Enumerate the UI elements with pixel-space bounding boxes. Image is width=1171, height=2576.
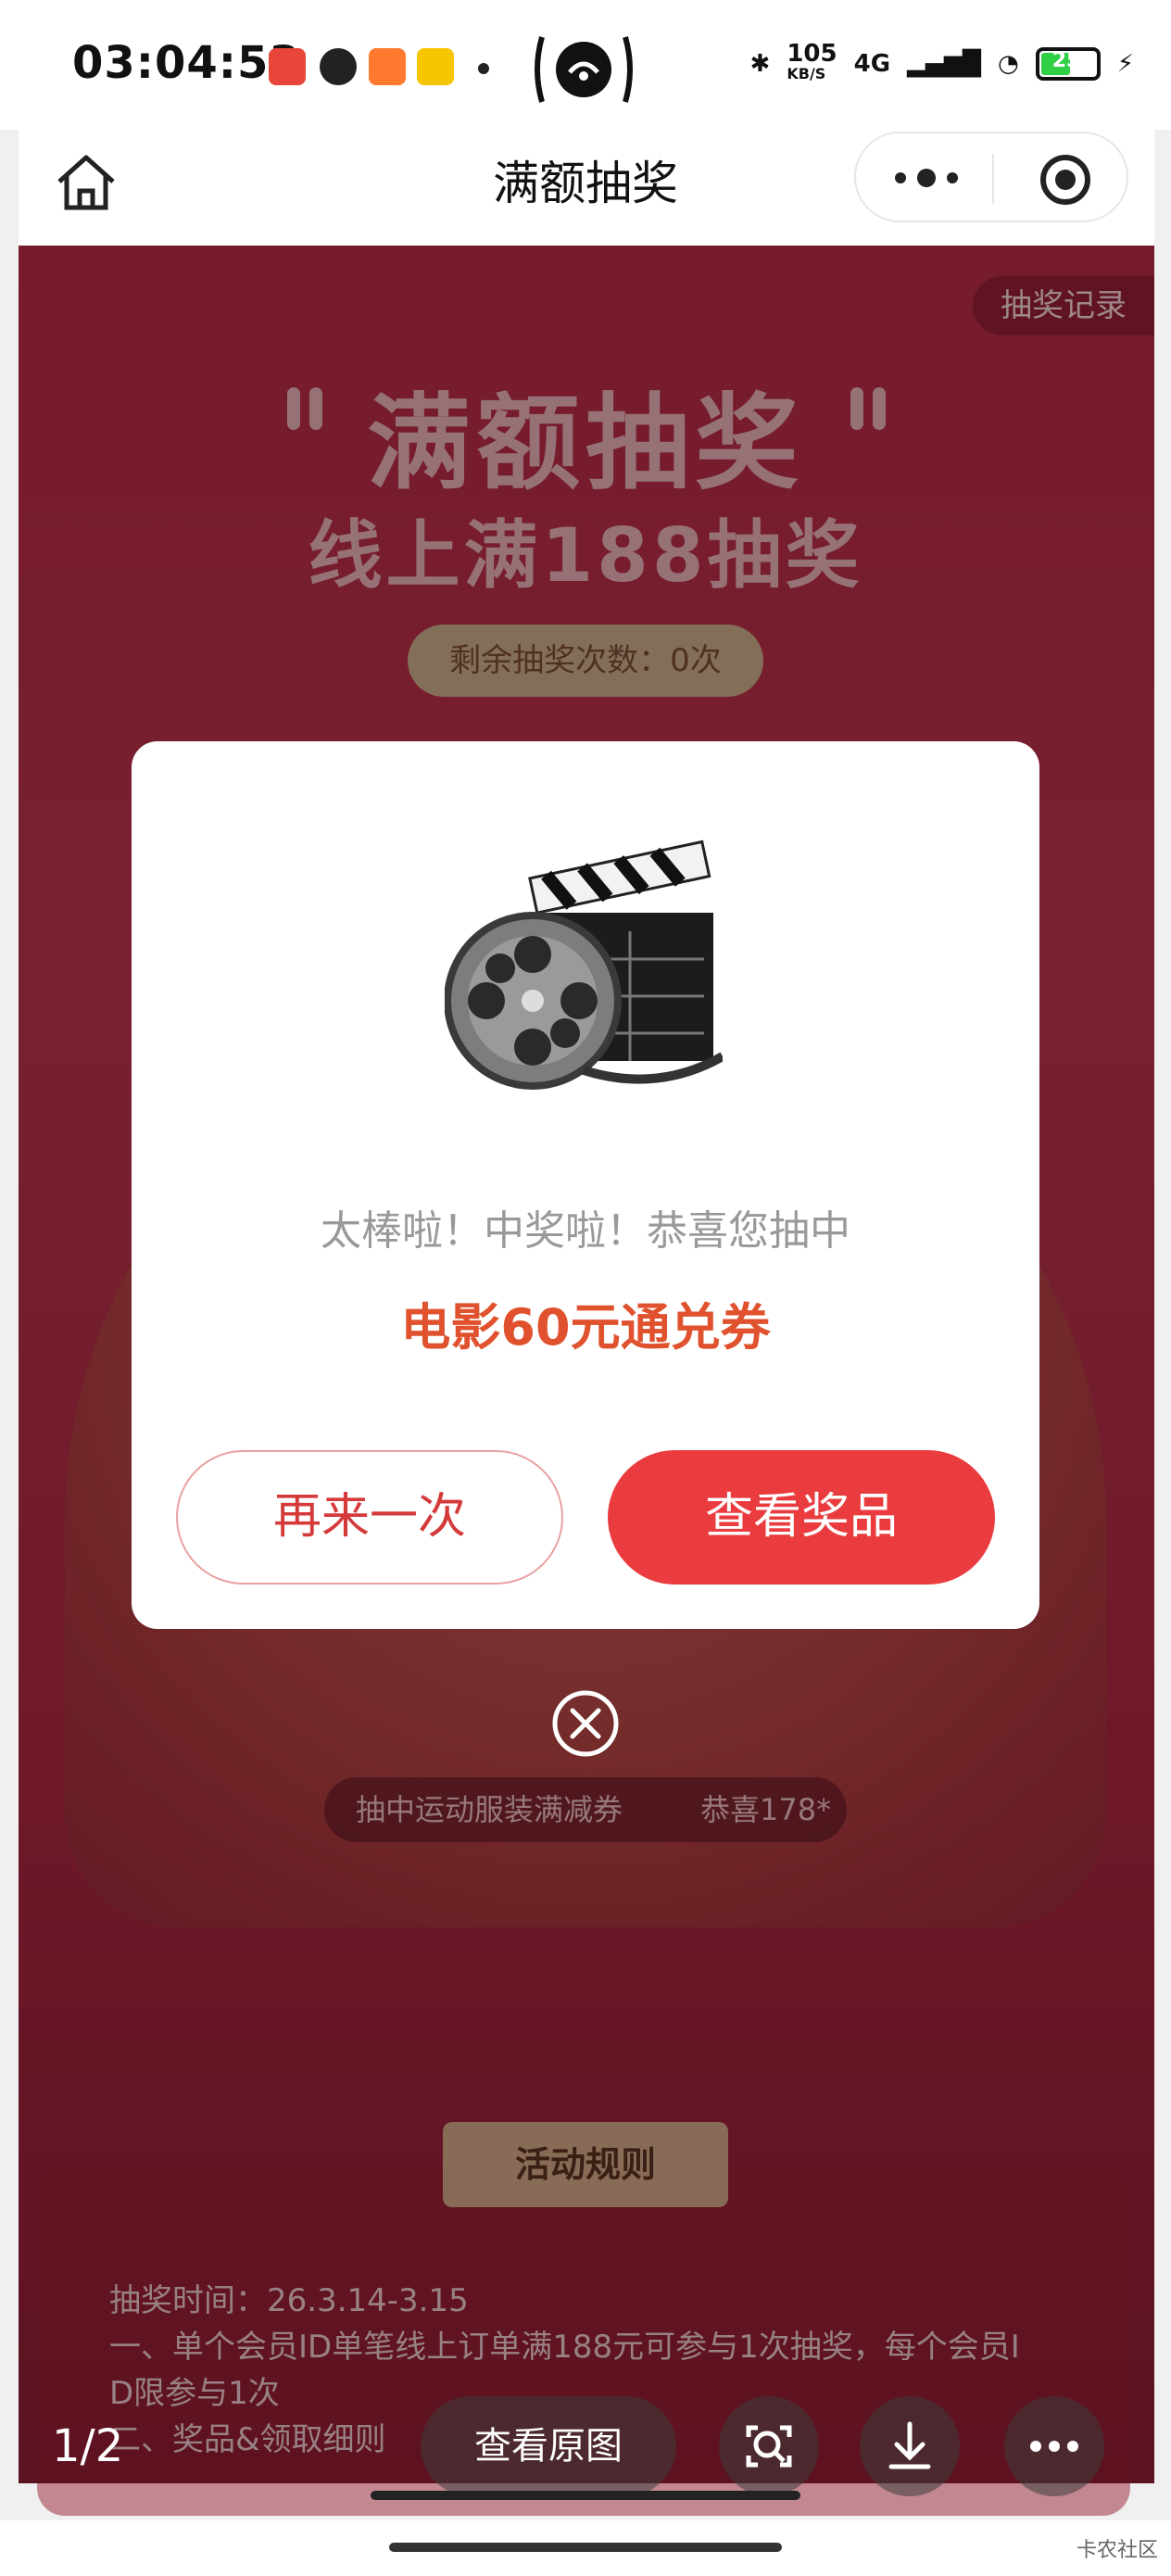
system-icons: ✱ 105 KB/S 4G ▂▄▆█ ◔ 25 ⚡ xyxy=(750,41,1134,87)
prize-message: 太棒啦！中奖啦！恭喜您抽中 xyxy=(321,1207,850,1255)
close-miniprogram-icon[interactable] xyxy=(1038,152,1093,208)
net-speed: 105 xyxy=(787,40,837,68)
app-notification-icon xyxy=(269,48,306,85)
download-icon[interactable] xyxy=(860,2396,960,2496)
wifi-icon: ◔ xyxy=(998,50,1019,78)
home-indicator[interactable] xyxy=(389,2543,782,2552)
net-unit: KB/S xyxy=(787,65,826,82)
film-clapperboard-reel-icon xyxy=(444,839,725,1117)
more-menu-icon[interactable] xyxy=(891,158,962,198)
draw-again-button[interactable]: 再来一次 xyxy=(176,1450,563,1585)
game-icon xyxy=(369,48,406,85)
app-seven-icon xyxy=(417,48,454,85)
battery-level: 25 xyxy=(1051,49,1081,72)
view-original-button[interactable]: 查看原图 xyxy=(421,2396,676,2496)
bluetooth-icon: ✱ xyxy=(749,50,771,78)
gesture-bar xyxy=(371,2491,800,2500)
close-circle-icon[interactable] xyxy=(550,1688,621,1759)
prize-name: 电影60元通兑券 xyxy=(400,1298,771,1357)
signal-type: 4G xyxy=(853,50,891,78)
watermark: 卡农社区 xyxy=(1076,2539,1158,2562)
hotspot-icon xyxy=(533,28,635,111)
battery-icon: 25 xyxy=(1035,47,1101,81)
image-pager: 1/2 xyxy=(52,2420,124,2472)
status-time: 03:04:53 xyxy=(72,37,301,89)
charging-icon: ⚡ xyxy=(1116,50,1134,78)
mini-program-capsule xyxy=(854,132,1128,222)
more-notifications-dot xyxy=(478,63,489,74)
more-icon[interactable] xyxy=(1004,2396,1104,2496)
scan-search-icon[interactable] xyxy=(719,2396,819,2496)
qq-icon xyxy=(320,48,357,85)
signal-bars-icon: ▂▄▆█ xyxy=(907,50,982,78)
view-prize-button[interactable]: 查看奖品 xyxy=(608,1450,995,1585)
